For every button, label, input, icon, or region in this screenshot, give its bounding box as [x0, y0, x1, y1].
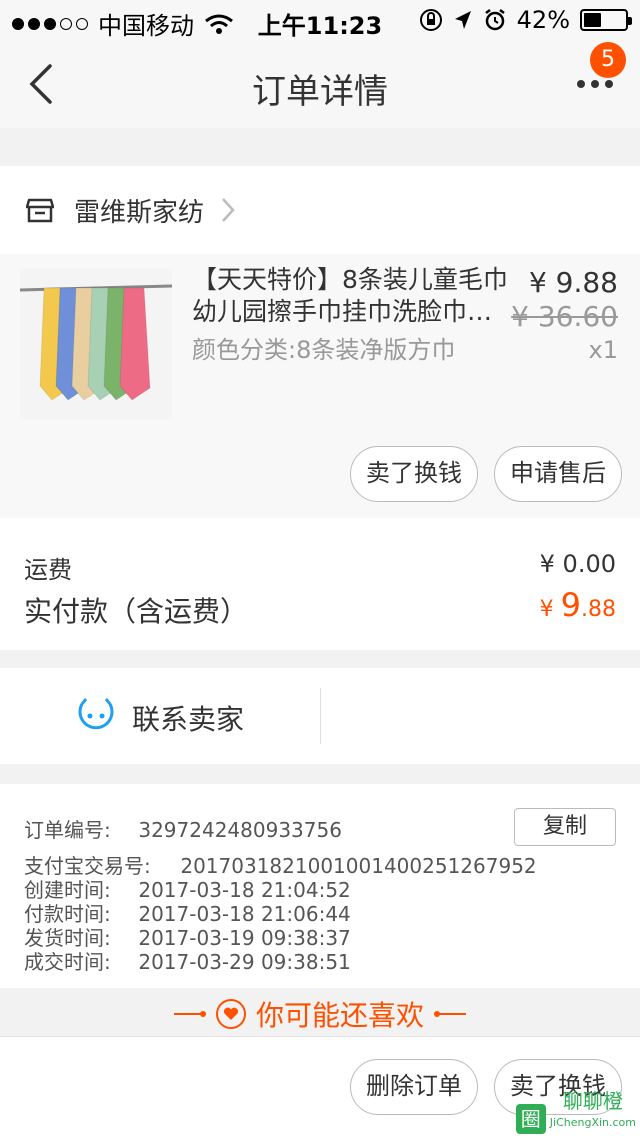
towel-illustration — [20, 268, 172, 420]
paid-int: 9 — [560, 586, 581, 624]
delete-order-button[interactable]: 删除订单 — [350, 1059, 478, 1115]
shipping-value: ¥ 0.00 — [539, 550, 616, 578]
product-sku: 颜色分类:8条装净版方巾 — [192, 336, 456, 364]
shop-row[interactable]: 雷维斯家纺 — [0, 166, 640, 254]
product-original-price: ¥ 36.60 — [511, 300, 618, 333]
shop-icon — [26, 198, 54, 223]
product-title[interactable]: 【天天特价】8条装儿童毛巾 幼儿园擦手巾挂巾洗脸巾… — [192, 264, 512, 328]
status-right: 42% — [419, 6, 632, 34]
watermark-text: 聊聊橙 JiChengXin.com — [550, 1090, 636, 1134]
watermark-logo: 圈 — [515, 1104, 546, 1134]
product-price: ¥ 9.88 — [528, 266, 618, 299]
paid-label: 实付款（含运费） — [24, 595, 249, 628]
paid-amount: ¥ 9.88 — [540, 586, 616, 624]
done-row: 成交时间: 2017-03-29 09:38:51 — [24, 946, 351, 975]
paid-currency: ¥ — [539, 597, 554, 622]
notification-badge: 5 — [590, 42, 626, 78]
page-title: 订单详情 — [252, 72, 388, 112]
product-title-line1: 【天天特价】8条装儿童毛巾 — [192, 265, 508, 294]
order-no-label: 订单编号: — [24, 818, 111, 842]
order-no-value: 3297242480933756 — [138, 818, 342, 842]
order-item[interactable]: 【天天特价】8条装儿童毛巾 幼儿园擦手巾挂巾洗脸巾… 颜色分类:8条装净版方巾 … — [0, 254, 640, 518]
done-label: 成交时间: — [24, 950, 111, 974]
product-title-line2: 幼儿园擦手巾挂巾洗脸巾… — [192, 297, 493, 326]
status-bar: 中国移动 上午11:23 42% — [0, 0, 640, 40]
heart-icon — [215, 999, 246, 1029]
watermark: 圈 聊聊橙 JiChengXin.com — [515, 1090, 636, 1134]
chevron-right-icon — [222, 198, 235, 222]
left-arrow-icon — [173, 1011, 206, 1017]
after-sale-button[interactable]: 申请售后 — [494, 446, 622, 502]
shop-name: 雷维斯家纺 — [74, 198, 205, 228]
watermark-title: 聊聊橙 — [562, 1089, 623, 1113]
recommend-label: 你可能还喜欢 — [255, 999, 424, 1032]
battery-icon — [580, 9, 632, 31]
done-value: 2017-03-29 09:38:51 — [138, 950, 351, 974]
copy-button[interactable]: 复制 — [514, 808, 616, 846]
right-arrow-icon — [434, 1011, 466, 1017]
battery-percent: 42% — [516, 6, 570, 34]
towel-6 — [119, 287, 151, 401]
watermark-url: JiChengXin.com — [549, 1116, 636, 1129]
divider — [320, 688, 321, 744]
fee-section: 运费 ¥ 0.00 实付款（含运费） ¥ 9.88 — [0, 518, 640, 650]
recommend-header: 你可能还喜欢 — [0, 988, 640, 1040]
bottom-bar: 删除订单 卖了换钱 圈 聊聊橙 JiChengXin.com — [0, 1036, 640, 1136]
product-image[interactable] — [20, 268, 172, 420]
product-quantity: x1 — [588, 336, 618, 364]
rotation-lock-icon — [419, 9, 442, 31]
order-no-row: 订单编号: 3297242480933756 — [24, 814, 342, 843]
nav-bar: 订单详情 5 — [0, 40, 640, 128]
contact-section: 联系卖家 — [0, 668, 640, 764]
paid-dec: .88 — [581, 597, 616, 622]
shipping-label: 运费 — [24, 556, 72, 584]
order-info: 订单编号: 3297242480933756 复制 支付宝交易号: 201703… — [0, 784, 640, 988]
location-icon — [454, 11, 471, 29]
contact-seller-button[interactable]: 联系卖家 — [132, 698, 244, 738]
alarm-icon — [484, 9, 505, 31]
chat-face-icon[interactable] — [76, 696, 116, 736]
sell-button[interactable]: 卖了换钱 — [350, 446, 478, 502]
